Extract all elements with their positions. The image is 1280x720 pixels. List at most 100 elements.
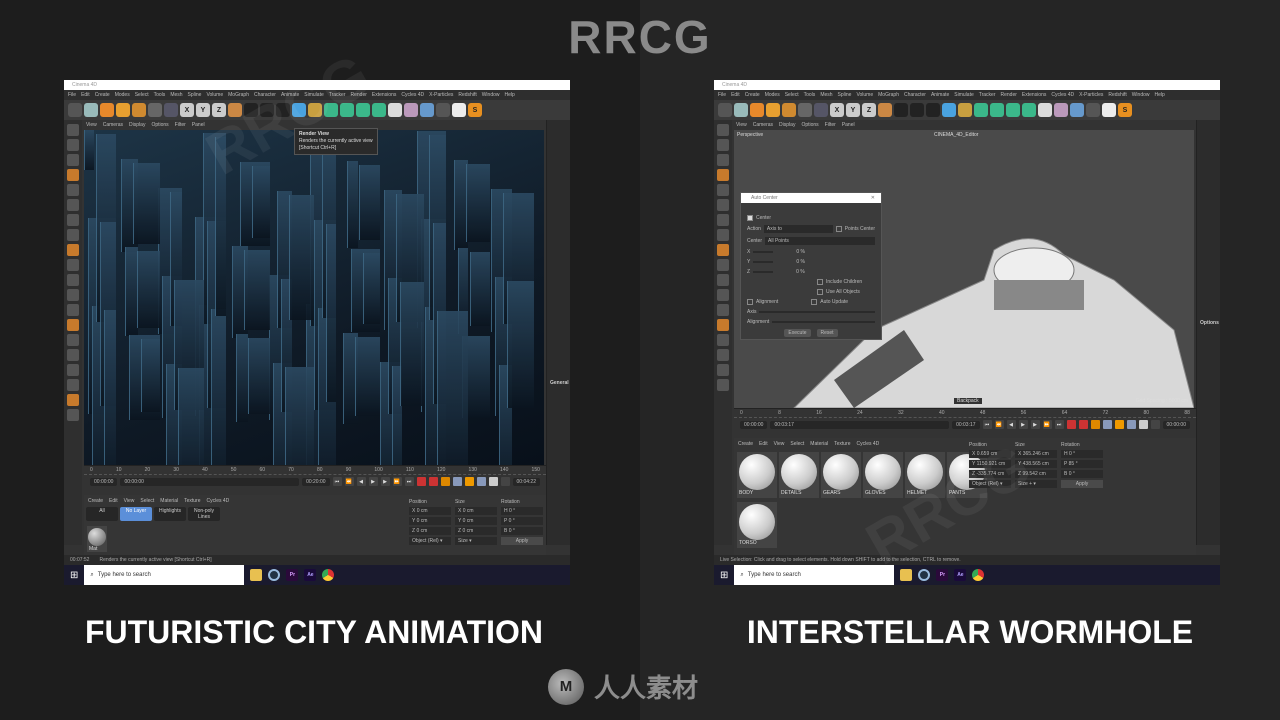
mode-tool-icon[interactable] — [67, 244, 79, 256]
material-menu-material[interactable]: Material — [810, 441, 828, 447]
menu-character[interactable]: Character — [904, 90, 926, 100]
alignment-checkbox[interactable] — [747, 299, 753, 305]
menu-select[interactable]: Select — [135, 90, 149, 100]
mode-tool-icon[interactable] — [717, 304, 729, 316]
world-icon[interactable] — [228, 103, 242, 117]
keyframe-tool-icon[interactable] — [452, 477, 462, 486]
next-key-icon[interactable]: ⏩ — [392, 477, 402, 486]
chrome-icon[interactable] — [322, 569, 335, 581]
keyframe-tool-icon[interactable] — [416, 477, 426, 486]
recent-icon[interactable] — [798, 103, 812, 117]
mode-tool-icon[interactable] — [717, 274, 729, 286]
world-icon[interactable] — [878, 103, 892, 117]
mode-tool-icon[interactable] — [717, 154, 729, 166]
menu-select[interactable]: Select — [785, 90, 799, 100]
play-icon[interactable]: ▶ — [1018, 420, 1028, 429]
menu-help[interactable]: Help — [1155, 90, 1165, 100]
live-selection-icon[interactable] — [734, 103, 748, 117]
menu-simulate[interactable]: Simulate — [304, 90, 323, 100]
render-settings-icon[interactable] — [276, 103, 290, 117]
material-menu-cycles-4d[interactable]: Cycles 4D — [207, 498, 230, 504]
deformer-icon[interactable] — [1038, 103, 1052, 117]
layer-tab[interactable]: Non-poly Lines — [188, 507, 220, 521]
coord-field-y[interactable]: Y 1150.921 cm — [969, 460, 1011, 468]
alignment-select[interactable] — [772, 321, 875, 323]
material-swatch[interactable]: BODY — [737, 452, 777, 498]
material-menu-view[interactable]: View — [124, 498, 135, 504]
keyframe-tool-icon[interactable] — [1078, 420, 1088, 429]
material-menu-texture[interactable]: Texture — [184, 498, 200, 504]
close-icon[interactable]: ✕ — [871, 193, 875, 203]
menu-edit[interactable]: Edit — [731, 90, 740, 100]
preview-range[interactable]: 00:03:17 — [770, 420, 950, 429]
goto-start-icon[interactable]: ⏮ — [332, 477, 342, 486]
redshift-icon[interactable]: S — [1118, 103, 1132, 117]
cloner-icon[interactable] — [990, 103, 1004, 117]
material-menu-create[interactable]: Create — [738, 441, 753, 447]
keyframe-tool-icon[interactable] — [1138, 420, 1148, 429]
after-effects-icon[interactable]: Ae — [954, 569, 967, 581]
taskbar-search[interactable]: ⌕ Type here to search — [84, 565, 245, 585]
material-menu-material[interactable]: Material — [160, 498, 178, 504]
menu-modes[interactable]: Modes — [115, 90, 130, 100]
mode-tool-icon[interactable] — [717, 259, 729, 271]
mograph-icon[interactable] — [372, 103, 386, 117]
undo-icon[interactable] — [68, 103, 82, 117]
coord-field-z[interactable]: Z 99.542 cm — [1015, 470, 1057, 478]
coord-size-select[interactable]: Size ▾ — [455, 537, 497, 545]
viewport-menu-options[interactable]: Options — [151, 120, 168, 130]
keyframe-tool-icon[interactable] — [1150, 420, 1160, 429]
include-children-checkbox[interactable] — [817, 279, 823, 285]
material-menu-create[interactable]: Create — [88, 498, 103, 504]
menu-cycles-4d[interactable]: Cycles 4D — [401, 90, 424, 100]
coord-field-y[interactable]: P 85 ° — [1061, 460, 1103, 468]
menu-window[interactable]: Window — [482, 90, 500, 100]
material-menu-texture[interactable]: Texture — [834, 441, 850, 447]
menu-mesh[interactable]: Mesh — [170, 90, 182, 100]
coordinate-icon[interactable] — [814, 103, 828, 117]
cube-icon[interactable] — [942, 103, 956, 117]
mode-tool-icon[interactable] — [67, 154, 79, 166]
viewport[interactable] — [84, 130, 544, 465]
x-axis-icon[interactable]: X — [830, 103, 844, 117]
axis-slider[interactable] — [753, 261, 774, 263]
viewport-menu-options[interactable]: Options — [801, 120, 818, 130]
menu-spline[interactable]: Spline — [838, 90, 852, 100]
mode-tool-icon[interactable] — [717, 379, 729, 391]
generator-icon[interactable] — [356, 103, 370, 117]
menu-render[interactable]: Render — [351, 90, 367, 100]
menu-mograph[interactable]: MoGraph — [878, 90, 899, 100]
menu-character[interactable]: Character — [254, 90, 276, 100]
keyframe-tool-icon[interactable] — [440, 477, 450, 486]
coord-field-x[interactable]: X 365.246 cm — [1015, 450, 1057, 458]
menu-redshift[interactable]: Redshift — [458, 90, 476, 100]
mode-tool-icon[interactable] — [67, 364, 79, 376]
coord-size-select[interactable]: Size + ▾ — [1015, 480, 1057, 488]
mode-tool-icon[interactable] — [717, 199, 729, 211]
material-menu-select[interactable]: Select — [790, 441, 804, 447]
material-swatch[interactable]: DETAILS — [779, 452, 819, 498]
axis-percent[interactable]: 0 % — [796, 259, 805, 265]
coord-field-x[interactable]: X 0 cm — [455, 507, 497, 515]
pen-icon[interactable] — [308, 103, 322, 117]
mode-tool-icon[interactable] — [67, 394, 79, 406]
chrome-icon[interactable] — [972, 569, 985, 581]
y-axis-icon[interactable]: Y — [196, 103, 210, 117]
keyframe-tool-icon[interactable] — [500, 477, 510, 486]
menu-file[interactable]: File — [718, 90, 726, 100]
cube-icon[interactable] — [292, 103, 306, 117]
use-all-objects-checkbox[interactable] — [817, 289, 823, 295]
timeline-ruler[interactable]: 0 8 16 24 32 40 48 56 64 72 80 88 — [734, 409, 1196, 418]
keyframe-tool-icon[interactable] — [1126, 420, 1136, 429]
mograph-icon[interactable] — [1022, 103, 1036, 117]
coord-field-y[interactable]: Y 0 cm — [455, 517, 497, 525]
play-icon[interactable]: ▶ — [368, 477, 378, 486]
coord-field-x[interactable]: H 0 ° — [501, 507, 543, 515]
apply-button[interactable]: Apply — [501, 537, 543, 545]
end-time-field[interactable]: 00:03:17 — [952, 420, 980, 429]
axis-select[interactable] — [759, 311, 875, 313]
undo-icon[interactable] — [718, 103, 732, 117]
coord-field-z[interactable]: B 0 ° — [501, 527, 543, 535]
menu-simulate[interactable]: Simulate — [954, 90, 973, 100]
layer-tab[interactable]: Highlights — [154, 507, 186, 521]
